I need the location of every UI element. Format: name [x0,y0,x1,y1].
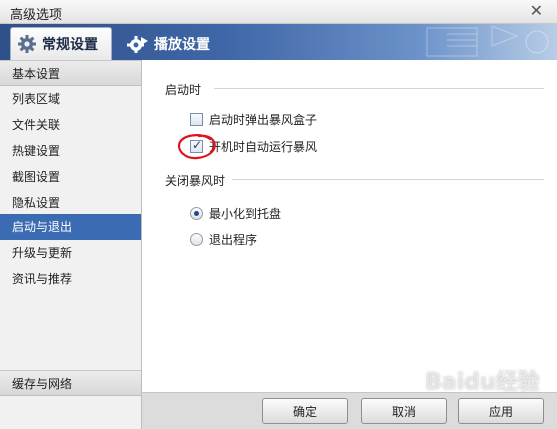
window-title: 高级选项 [10,8,63,23]
option-label: 启动时弹出暴风盒子 [209,113,318,127]
section-divider [232,179,544,180]
red-circle-annotation [177,134,216,160]
sidebar-item-upgrade[interactable]: 升级与更新 [0,240,141,266]
tab-playback-settings[interactable]: 播放设置 [121,27,221,60]
sidebar-item-hotkeys[interactable]: 热键设置 [0,138,141,164]
section-divider [214,88,544,89]
button-bar: 确定 取消 应用 [142,392,557,429]
sidebar-item-label: 升级与更新 [12,246,73,260]
sidebar-item-label: 列表区域 [12,92,61,106]
option-label: 退出程序 [209,233,258,247]
sidebar-item-label: 热键设置 [12,144,61,158]
tab-general-settings[interactable]: 常规设置 [10,27,112,60]
sidebar-item-label: 资讯与推荐 [12,272,73,286]
sidebar: 基本设置 列表区域 文件关联 热键设置 截图设置 隐私设置 启动与退出 升级与更… [0,60,142,429]
tab-bar-decoration [426,25,549,57]
close-icon[interactable]: ✕ [530,1,543,20]
option-label: 开机时自动运行暴风 [209,140,318,154]
sidebar-item-news[interactable]: 资讯与推荐 [0,266,141,292]
title-bar: 高级选项 ✕ [0,0,557,24]
sidebar-item-startup-exit[interactable]: 启动与退出 [0,214,141,240]
option-label: 最小化到托盘 [209,207,282,221]
section-title-close: 关闭暴风时 [165,174,226,188]
option-exit-program[interactable]: 退出程序 [190,231,257,248]
apply-button[interactable]: 应用 [458,398,544,424]
sidebar-item-file-association[interactable]: 文件关联 [0,112,141,138]
play-gear-icon [127,34,149,54]
ok-button[interactable]: 确定 [262,398,348,424]
option-minimize-tray[interactable]: 最小化到托盘 [190,205,281,222]
cancel-button[interactable]: 取消 [361,398,447,424]
sidebar-item-label: 隐私设置 [12,196,61,210]
sidebar-item-screenshot[interactable]: 截图设置 [0,164,141,190]
sidebar-item-label: 文件关联 [12,118,61,132]
section-title-startup: 启动时 [165,83,202,97]
tab-bar: 常规设置 播放设置 [0,24,557,60]
sidebar-item-privacy[interactable]: 隐私设置 [0,190,141,216]
checkbox-popup-box[interactable] [190,113,203,126]
option-popup-box[interactable]: 启动时弹出暴风盒子 [190,111,317,128]
gear-icon [17,34,37,54]
sidebar-item-label: 截图设置 [12,170,61,184]
settings-panel: 启动时 启动时弹出暴风盒子 开机时自动运行暴风 关闭暴风时 最小化到托盘 退出程… [142,60,557,392]
sidebar-item-label: 基本设置 [12,67,61,81]
radio-minimize-tray[interactable] [190,207,203,220]
tab-playback-label: 播放设置 [154,36,210,53]
sidebar-item-label: 缓存与网络 [12,377,73,391]
tab-general-label: 常规设置 [42,37,98,53]
sidebar-item-label: 启动与退出 [12,220,73,234]
radio-exit-program[interactable] [190,233,203,246]
sidebar-item-cache-network[interactable]: 缓存与网络 [0,370,141,396]
sidebar-item-list-area[interactable]: 列表区域 [0,86,141,112]
sidebar-item-basic[interactable]: 基本设置 [0,60,141,86]
